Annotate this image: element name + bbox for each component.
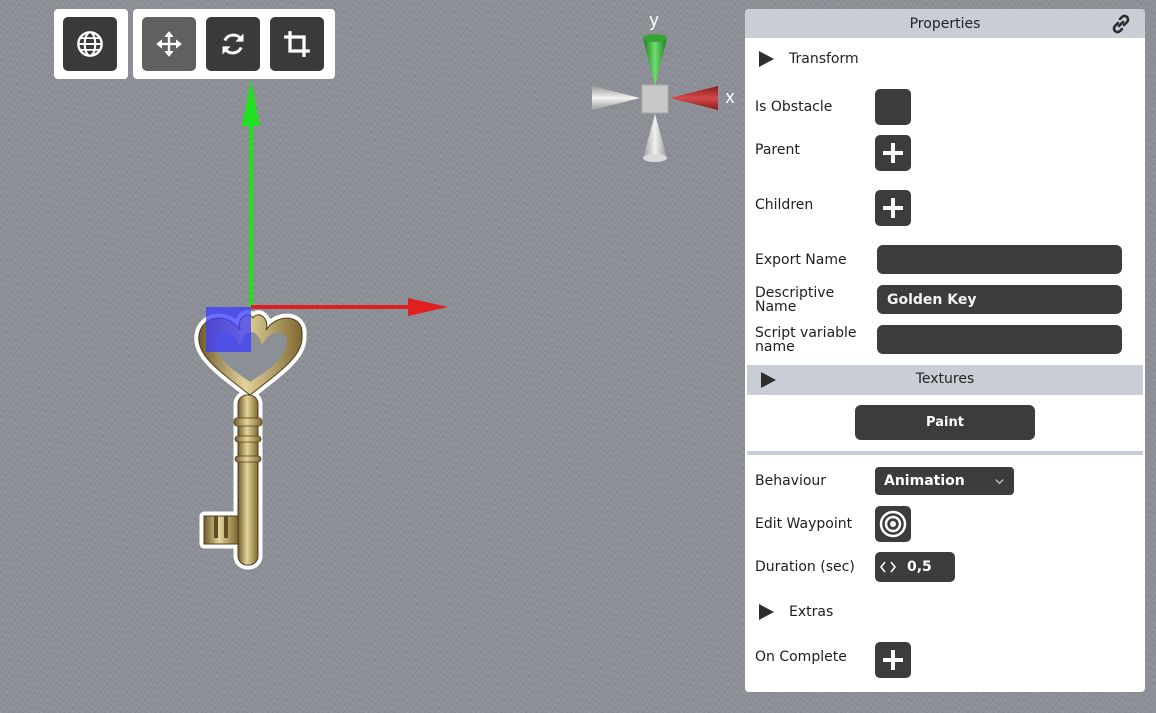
link-icon[interactable] bbox=[1109, 12, 1133, 36]
neg-x-direction-cone[interactable] bbox=[592, 86, 640, 110]
transform-tool-group bbox=[133, 9, 335, 79]
scene-viewport[interactable]: y x bbox=[0, 0, 745, 713]
add-on-complete-button[interactable] bbox=[875, 642, 911, 678]
world-space-button[interactable] bbox=[63, 17, 117, 71]
script-variable-label: Script variable name bbox=[755, 325, 857, 355]
crop-icon bbox=[284, 31, 310, 57]
plus-icon bbox=[883, 143, 903, 163]
y-axis-label: y bbox=[650, 10, 659, 30]
edit-waypoint-label: Edit Waypoint bbox=[755, 516, 853, 532]
textures-section-header[interactable]: Textures bbox=[747, 365, 1143, 395]
extras-section-title[interactable]: Extras bbox=[789, 604, 833, 620]
is-obstacle-label: Is Obstacle bbox=[755, 99, 833, 115]
orientation-gizmo[interactable]: y x bbox=[592, 10, 735, 162]
paint-button[interactable]: Paint bbox=[855, 405, 1035, 440]
plus-icon bbox=[883, 650, 903, 670]
crop-tool-button[interactable] bbox=[270, 17, 324, 71]
export-name-input[interactable] bbox=[877, 245, 1122, 274]
move-arrows-icon bbox=[156, 31, 182, 57]
panel-title: Properties bbox=[909, 15, 981, 32]
is-obstacle-toggle[interactable] bbox=[875, 89, 911, 125]
edit-waypoint-button[interactable] bbox=[875, 506, 911, 542]
orientation-center-cube[interactable] bbox=[641, 84, 669, 114]
move-gizmo[interactable] bbox=[206, 80, 448, 352]
descriptive-name-input[interactable]: Golden Key bbox=[877, 285, 1122, 314]
globe-icon bbox=[77, 31, 103, 57]
export-name-label: Export Name bbox=[755, 252, 847, 268]
drag-arrows-icon[interactable] bbox=[880, 561, 896, 573]
chevron-down-icon bbox=[995, 479, 1004, 485]
z-plane-handle[interactable] bbox=[206, 307, 251, 352]
transform-expand-icon[interactable] bbox=[757, 50, 775, 68]
golden-key-object[interactable] bbox=[194, 310, 307, 570]
add-children-button[interactable] bbox=[875, 190, 911, 226]
x-axis-arrowhead[interactable] bbox=[408, 298, 448, 316]
duration-value: 0,5 bbox=[907, 559, 932, 575]
world-tool-group bbox=[54, 9, 128, 79]
y-direction-cone[interactable] bbox=[643, 38, 667, 86]
duration-input[interactable]: 0,5 bbox=[875, 552, 955, 582]
parent-label: Parent bbox=[755, 142, 800, 158]
section-divider bbox=[747, 451, 1143, 455]
duration-label: Duration (sec) bbox=[755, 559, 855, 575]
textures-section-title: Textures bbox=[915, 371, 975, 387]
plus-icon bbox=[883, 198, 903, 218]
move-tool-button[interactable] bbox=[142, 17, 196, 71]
behaviour-select-value: Animation bbox=[884, 473, 965, 489]
target-icon bbox=[879, 510, 907, 538]
add-parent-button[interactable] bbox=[875, 135, 911, 171]
y-axis-arrowhead[interactable] bbox=[242, 80, 260, 126]
rotate-icon bbox=[222, 33, 244, 55]
children-label: Children bbox=[755, 197, 814, 213]
properties-header: Properties bbox=[745, 9, 1145, 38]
rotate-tool-button[interactable] bbox=[206, 17, 260, 71]
descriptive-name-label: Descriptive Name bbox=[755, 285, 835, 315]
properties-panel: Properties Transform Is Obstacle Parent … bbox=[745, 9, 1145, 692]
script-variable-input[interactable] bbox=[877, 325, 1122, 354]
behaviour-select[interactable]: Animation bbox=[875, 467, 1014, 495]
behaviour-label: Behaviour bbox=[755, 473, 827, 489]
x-axis-label: x bbox=[726, 87, 735, 107]
transform-section-title[interactable]: Transform bbox=[789, 51, 859, 67]
on-complete-label: On Complete bbox=[755, 649, 847, 665]
extras-expand-icon[interactable] bbox=[757, 603, 775, 621]
neg-y-direction-cone[interactable] bbox=[643, 114, 667, 158]
x-direction-cone[interactable] bbox=[670, 86, 718, 110]
